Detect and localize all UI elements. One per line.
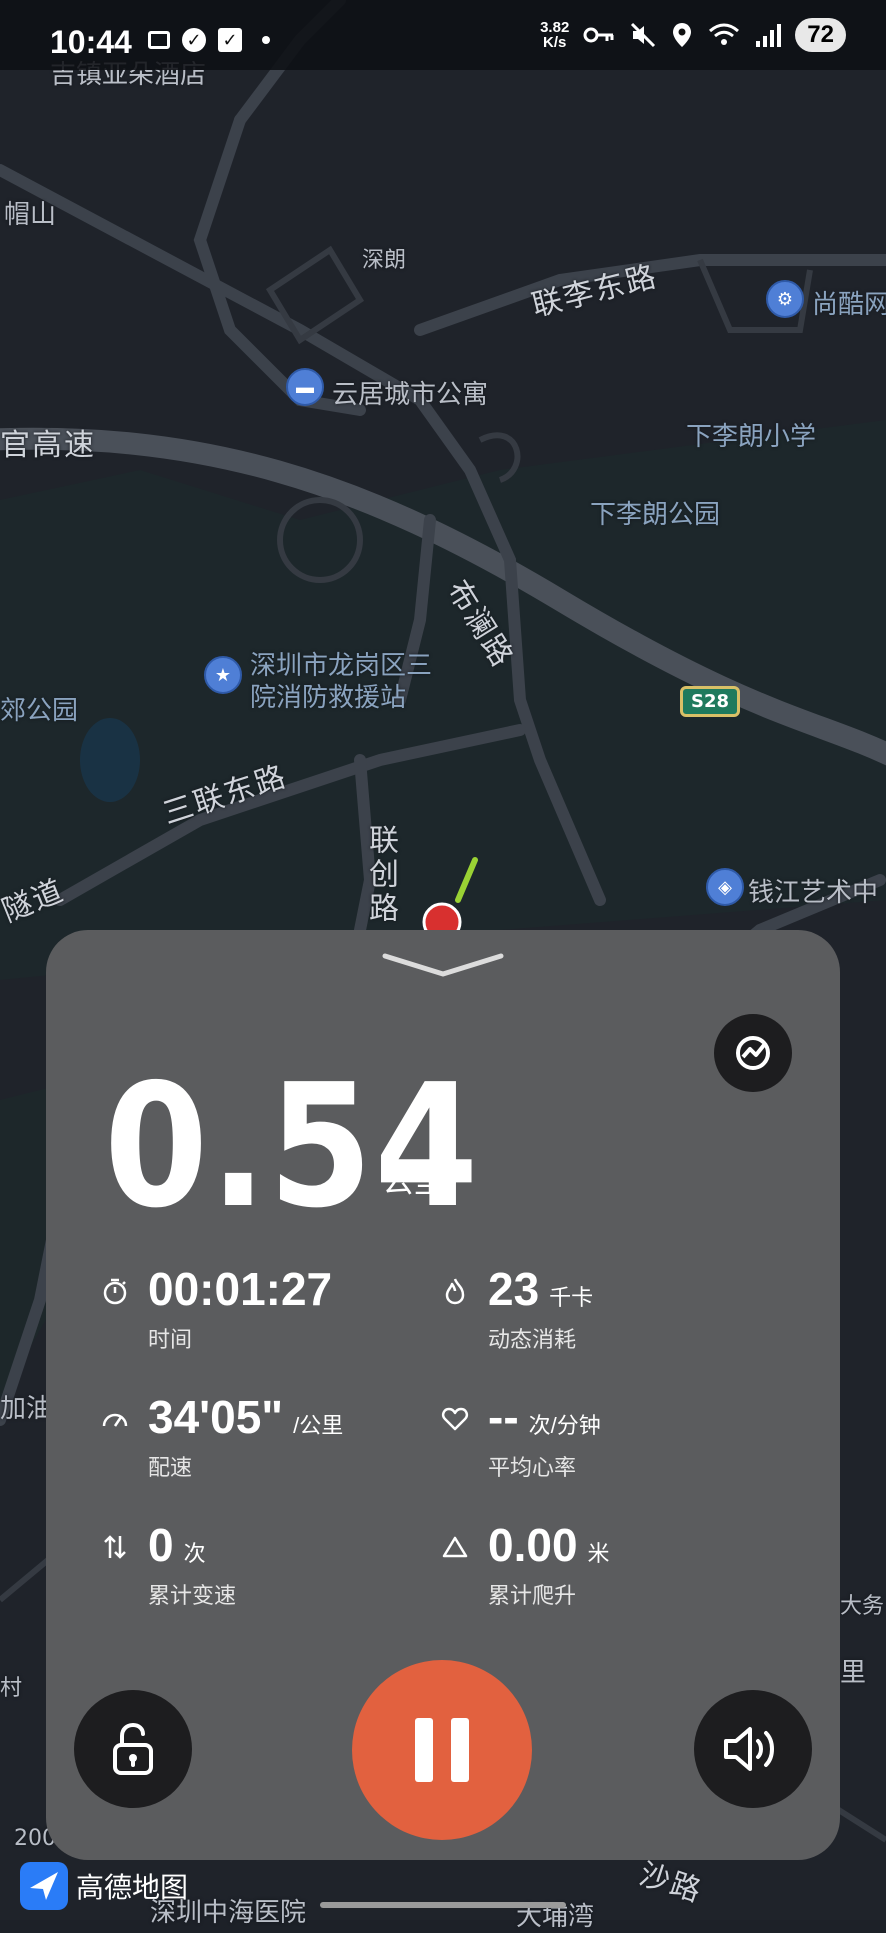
- map-label-xialilang-school: 下李朗小学: [686, 422, 817, 452]
- time-value: 00:01:27: [148, 1263, 333, 1315]
- elevation-unit: 米: [587, 1541, 610, 1566]
- speed-changes-label: 累计变速: [148, 1583, 237, 1608]
- poi-pin-shangku[interactable]: ⚙: [766, 280, 804, 318]
- calories-value: 23: [488, 1263, 540, 1315]
- road-label-lianchuang: 联创路: [363, 824, 398, 926]
- star-pin-icon[interactable]: ★: [204, 656, 242, 694]
- speedometer-icon: [102, 1413, 128, 1427]
- hotel-pin-icon[interactable]: ▬: [286, 368, 324, 406]
- sync-icon: [736, 1036, 770, 1070]
- amap-brand: 高德地图: [20, 1862, 188, 1910]
- dot-icon: [262, 36, 270, 44]
- signal-icon: [756, 24, 782, 47]
- status-time: 10:44: [50, 24, 132, 60]
- map-label-shenlang: 深朗: [362, 248, 407, 273]
- checkbox-icon: ✓: [218, 28, 242, 52]
- pace-unit: /公里: [293, 1413, 344, 1438]
- map-label-maoshan: 帽山: [4, 200, 57, 230]
- highway-shield: S28: [680, 686, 741, 717]
- speed-changes-value: 0: [148, 1519, 174, 1571]
- mountain-icon: [442, 1536, 468, 1558]
- map-label-qianjiang: 钱江艺术中: [748, 878, 879, 908]
- stopwatch-icon: [103, 1278, 127, 1305]
- key-icon: [583, 27, 614, 43]
- heart-icon: [441, 1407, 469, 1431]
- pause-button[interactable]: [352, 1660, 532, 1840]
- elevation-label: 累计爬升: [488, 1583, 577, 1608]
- battery-badge: 72: [795, 18, 846, 52]
- sound-button[interactable]: [694, 1690, 812, 1808]
- net-speed-value: 3.82: [540, 19, 570, 36]
- map-label-oil: 加油: [0, 1394, 53, 1424]
- map-label-li: 里: [840, 1658, 867, 1688]
- time-label: 时间: [148, 1327, 193, 1352]
- road-label-gaosu: 官高速: [0, 428, 96, 463]
- distance-value: 0.54: [104, 1048, 481, 1246]
- wifi-icon: [709, 23, 740, 45]
- collapse-handle-icon[interactable]: [381, 950, 505, 980]
- pause-icon: [415, 1718, 469, 1782]
- heart-rate-unit: 次/分钟: [528, 1413, 601, 1438]
- unlock-button[interactable]: [74, 1690, 192, 1808]
- amap-logo-icon: [20, 1862, 68, 1910]
- location-icon: [673, 23, 692, 47]
- map-label-village: 村: [0, 1676, 23, 1701]
- map-label-dafu: 大务: [840, 1594, 885, 1619]
- map-label-xialilang-park: 下李朗公园: [590, 500, 721, 530]
- status-bar: 10:44 ✓ ✓ 3.82 K/s 72: [0, 0, 886, 70]
- map-label-shangku: 尚酷网: [812, 290, 886, 320]
- pace-label: 配速: [148, 1455, 193, 1480]
- map-label-yunju: 云居城市公寓: [332, 380, 489, 410]
- home-indicator[interactable]: [320, 1902, 566, 1908]
- calories-label: 动态消耗: [488, 1327, 577, 1352]
- swap-icon: [104, 1535, 126, 1559]
- workout-panel: 0.54 公里 00:01:27 时间 23 千卡 动态消耗 34'05"/公里 …: [46, 930, 840, 1860]
- amap-brand-name: 高德地图: [76, 1872, 189, 1903]
- pace-value: 34'05": [148, 1391, 284, 1443]
- calories-unit: 千卡: [549, 1285, 594, 1310]
- sync-button[interactable]: [714, 1014, 792, 1092]
- speed-changes-unit: 次: [183, 1541, 206, 1566]
- heart-rate-label: 平均心率: [488, 1455, 577, 1480]
- notification-icon: [148, 31, 170, 49]
- distance-unit: 公里: [382, 1163, 447, 1199]
- elevation-value: 0.00: [488, 1519, 578, 1571]
- art-pin-icon[interactable]: ◈: [706, 868, 744, 906]
- check-icon: ✓: [182, 28, 206, 52]
- mute-icon: [631, 22, 656, 48]
- net-speed: 3.82 K/s: [540, 20, 569, 50]
- flame-icon: [445, 1278, 465, 1305]
- speaker-icon: [724, 1727, 774, 1771]
- net-speed-unit: K/s: [543, 34, 567, 51]
- heart-rate-value: --: [488, 1391, 519, 1443]
- unlock-icon: [113, 1722, 153, 1775]
- map-label-park-left: 郊公园: [0, 696, 79, 726]
- map-label-fire-station: 深圳市龙岗区三院消防救援站: [250, 651, 433, 713]
